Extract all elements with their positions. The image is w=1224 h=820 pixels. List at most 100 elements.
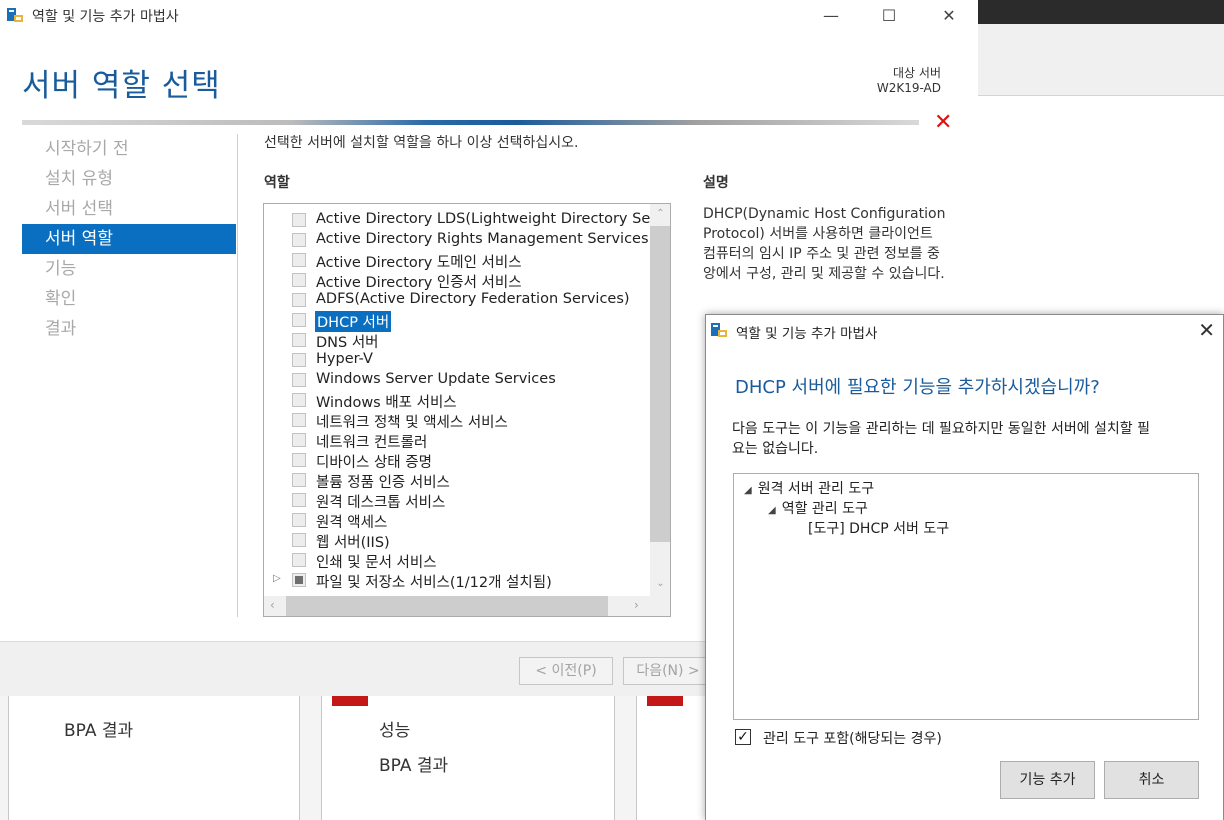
role-checkbox[interactable] (292, 413, 306, 427)
role-label[interactable]: ADFS(Active Directory Federation Service… (316, 291, 630, 307)
nav-item[interactable]: 설치 유형 (22, 164, 236, 194)
role-item[interactable]: Active Directory LDS(Lightweight Directo… (264, 210, 670, 230)
scroll-down-icon[interactable]: ⌄ (650, 578, 670, 589)
role-label[interactable]: DNS 서버 (316, 331, 379, 352)
role-item[interactable]: Active Directory Rights Management Servi… (264, 230, 650, 250)
role-checkbox[interactable] (292, 233, 306, 247)
nav-divider (237, 134, 238, 617)
tree-node[interactable]: ◢ 원격 서버 관리 도구 (744, 478, 874, 498)
role-label[interactable]: Windows Server Update Services (316, 371, 556, 387)
expand-icon[interactable]: ▷ (273, 573, 281, 584)
role-label[interactable]: 파일 및 저장소 서비스(1/12개 설치됨) (316, 571, 552, 592)
tile-bpa-results[interactable]: BPA 결과 (379, 751, 448, 776)
role-item[interactable]: 디바이스 상태 증명 (264, 450, 650, 472)
include-tools-checkbox[interactable]: ✓ (735, 729, 751, 745)
scrollbar-thumb[interactable] (286, 596, 608, 616)
role-checkbox[interactable] (292, 253, 306, 267)
role-checkbox[interactable] (292, 313, 306, 327)
nav-item[interactable]: 기능 (22, 254, 236, 284)
role-label[interactable]: 웹 서버(IIS) (316, 531, 390, 552)
dialog-titlebar: 역할 및 기능 추가 마법사 ✕ (706, 315, 1223, 347)
role-checkbox[interactable] (292, 453, 306, 467)
role-item[interactable]: DNS 서버 (264, 330, 650, 352)
role-label[interactable]: Active Directory 인증서 서비스 (316, 271, 522, 292)
role-item[interactable]: 볼륨 정품 인증 서비스 (264, 470, 650, 492)
role-checkbox[interactable] (292, 393, 306, 407)
role-checkbox[interactable] (292, 553, 306, 567)
maximize-button[interactable]: ☐ (866, 4, 912, 28)
role-item[interactable]: Windows Server Update Services (264, 370, 650, 390)
minimize-button[interactable]: — (808, 4, 854, 28)
role-checkbox[interactable] (292, 433, 306, 447)
role-label[interactable]: Active Directory 도메인 서비스 (316, 251, 522, 272)
previous-button[interactable]: < 이전(P) (519, 657, 613, 685)
cancel-button[interactable]: 취소 (1104, 761, 1199, 799)
role-label[interactable]: Windows 배포 서비스 (316, 391, 457, 412)
role-label[interactable]: Hyper-V (316, 351, 373, 367)
scroll-left-icon[interactable]: ‹ (270, 598, 275, 612)
role-item[interactable]: 원격 데스크톱 서비스 (264, 490, 650, 512)
error-icon[interactable]: ✕ (934, 110, 952, 135)
required-features-tree[interactable]: ◢ 원격 서버 관리 도구 ◢ 역할 관리 도구 [도구] DHCP 서버 도구 (733, 473, 1199, 720)
tile-performance[interactable]: 성능 (379, 716, 410, 741)
role-label[interactable]: Active Directory Rights Management Servi… (316, 231, 649, 247)
dialog-heading: DHCP 서버에 필요한 기능을 추가하시겠습니까? (735, 377, 1100, 398)
role-item[interactable]: 네트워크 정책 및 액세스 서비스 (264, 410, 650, 432)
role-checkbox[interactable] (292, 353, 306, 367)
role-checkbox[interactable] (292, 373, 306, 387)
role-checkbox[interactable] (292, 513, 306, 527)
scroll-right-icon[interactable]: › (634, 598, 639, 612)
role-item[interactable]: Active Directory 인증서 서비스 (264, 270, 650, 292)
role-label[interactable]: 디바이스 상태 증명 (316, 451, 432, 472)
tree-node[interactable]: [도구] DHCP 서버 도구 (808, 518, 949, 538)
role-label[interactable]: 네트워크 컨트롤러 (316, 431, 427, 452)
role-label[interactable]: 인쇄 및 문서 서비스 (316, 551, 437, 572)
role-label[interactable]: 원격 데스크톱 서비스 (316, 491, 445, 512)
nav-item[interactable]: 확인 (22, 284, 236, 314)
role-item[interactable]: Hyper-V (264, 350, 650, 370)
role-label[interactable]: 네트워크 정책 및 액세스 서비스 (316, 411, 508, 432)
role-item[interactable]: 웹 서버(IIS) (264, 530, 650, 552)
role-checkbox[interactable] (292, 213, 306, 227)
header-divider (22, 120, 919, 125)
collapse-icon[interactable]: ◢ (768, 505, 776, 516)
wizard-titlebar: 역할 및 기능 추가 마법사 — ☐ ✕ (0, 0, 978, 30)
nav-item[interactable]: 서버 선택 (22, 194, 236, 224)
nav-item[interactable]: 서버 역할 (22, 224, 236, 254)
scrollbar-thumb[interactable] (650, 226, 670, 542)
dialog-close-icon[interactable]: ✕ (1198, 318, 1215, 342)
collapse-icon[interactable]: ◢ (744, 485, 752, 496)
next-button[interactable]: 다음(N) > (623, 657, 713, 685)
role-item[interactable]: 원격 액세스 (264, 510, 650, 532)
role-checkbox[interactable] (292, 273, 306, 287)
role-item[interactable]: ADFS(Active Directory Federation Service… (264, 290, 650, 310)
nav-item[interactable]: 결과 (22, 314, 236, 344)
roles-vertical-scrollbar[interactable]: ⌃ ⌄ (650, 204, 670, 596)
close-button[interactable]: ✕ (926, 4, 972, 28)
roles-list[interactable]: Active Directory LDS(Lightweight Directo… (263, 203, 671, 617)
scroll-up-icon[interactable]: ⌃ (650, 208, 670, 219)
role-checkbox[interactable] (292, 573, 306, 587)
role-item[interactable]: 인쇄 및 문서 서비스 (264, 550, 650, 572)
role-item[interactable]: ▷ 파일 및 저장소 서비스(1/12개 설치됨) (264, 570, 650, 592)
include-tools-label[interactable]: 관리 도구 포함(해당되는 경우) (763, 728, 942, 748)
add-features-button[interactable]: 기능 추가 (1000, 761, 1095, 799)
role-checkbox[interactable] (292, 293, 306, 307)
tile-bpa-results[interactable]: BPA 결과 (64, 716, 133, 741)
nav-item[interactable]: 시작하기 전 (22, 134, 236, 164)
role-item[interactable]: Windows 배포 서비스 (264, 390, 650, 412)
role-item[interactable]: Active Directory 도메인 서비스 (264, 250, 650, 272)
role-checkbox[interactable] (292, 493, 306, 507)
role-checkbox[interactable] (292, 333, 306, 347)
role-label[interactable]: 원격 액세스 (316, 511, 387, 532)
role-checkbox[interactable] (292, 473, 306, 487)
role-checkbox[interactable] (292, 533, 306, 547)
role-label[interactable]: DHCP 서버 (315, 311, 392, 332)
tree-node[interactable]: ◢ 역할 관리 도구 (768, 498, 868, 518)
role-label[interactable]: 볼륨 정품 인증 서비스 (316, 471, 450, 492)
server-manager-app-icon (711, 323, 727, 337)
roles-horizontal-scrollbar[interactable]: ‹ › (264, 596, 650, 616)
role-item[interactable]: 네트워크 컨트롤러 (264, 430, 650, 452)
role-label[interactable]: Active Directory LDS(Lightweight Directo… (316, 211, 670, 227)
role-item[interactable]: DHCP 서버 (264, 310, 650, 332)
